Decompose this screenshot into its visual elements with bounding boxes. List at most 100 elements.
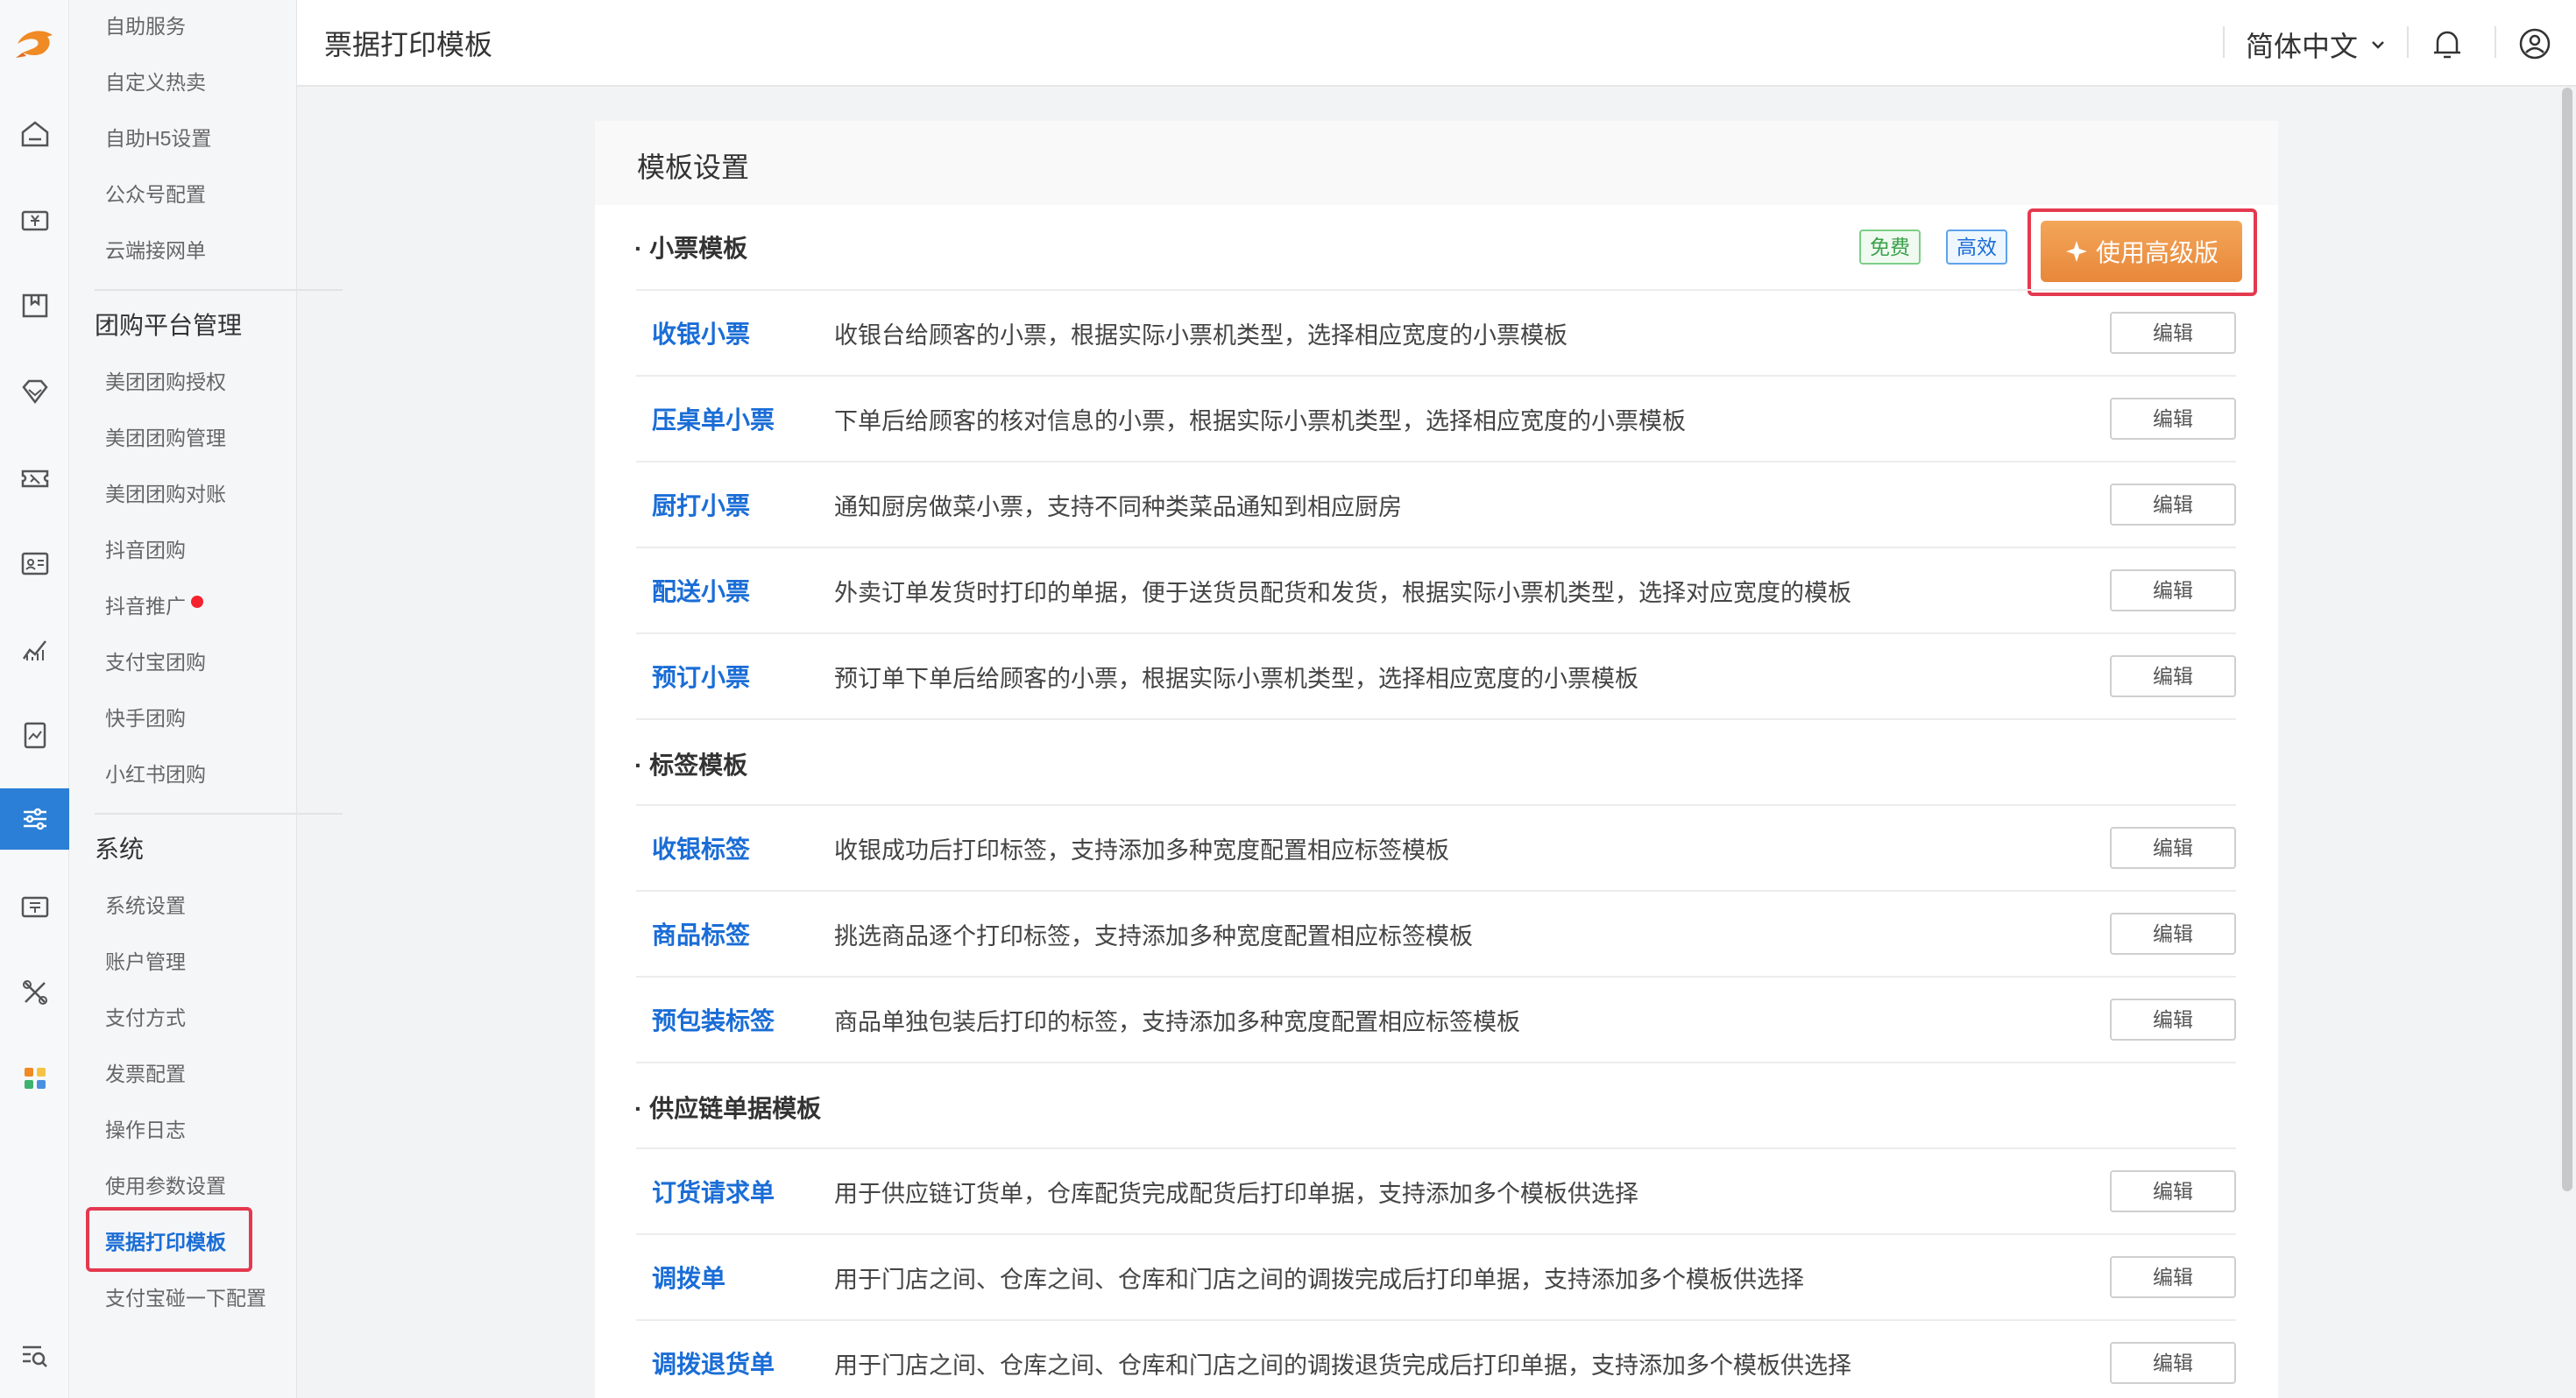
submenu-item[interactable]: 使用参数设置 [105,1169,226,1204]
submenu-item[interactable]: 抖音团购 [105,533,186,568]
submenu-item[interactable]: 快手团购 [105,701,186,736]
template-desc: 挑选商品逐个打印标签，支持添加多种宽度配置相应标签模板 [834,923,1473,950]
edit-button[interactable]: 编辑 [2110,398,2236,440]
template-desc: 下单后给顾客的核对信息的小票，根据实际小票机类型，选择相应宽度的小票模板 [834,408,1686,434]
edit-button[interactable]: 编辑 [2110,913,2236,955]
apps-grid-icon[interactable] [0,1048,69,1109]
bell-icon[interactable] [2430,26,2465,61]
template-name-link[interactable]: 收银小票 [652,315,750,350]
submenu-group-title: 系统 [95,836,145,863]
highlight-box [86,1207,252,1272]
template-name-link[interactable]: 预包装标签 [652,1002,775,1037]
edit-button[interactable]: 编辑 [2110,827,2236,869]
coupon-icon[interactable] [0,447,69,508]
sub-menu: 自助服务 自定义热卖 自助H5设置 公众号配置 云端接网单 团购平台管理 美团团… [69,0,343,1398]
submenu-item[interactable]: 美团团购授权 [105,364,226,399]
header-divider [2495,26,2496,58]
header-divider [2407,26,2409,58]
report-icon[interactable] [0,704,69,766]
edit-button[interactable]: 编辑 [2110,312,2236,354]
voucher-icon[interactable] [0,876,69,937]
template-name-link[interactable]: 压桌单小票 [652,401,775,436]
template-settings-card: 模板设置 · 小票模板 免费 高效 使用高级版 收银小票 收银台给顾客的小票，根… [595,121,2278,1398]
template-row: 收银小票 收银台给顾客的小票，根据实际小票机类型，选择相应宽度的小票模板 编辑 [636,289,2236,373]
submenu-item[interactable]: 自定义热卖 [105,65,206,100]
submenu-divider [95,289,343,291]
template-row: 调拨单 用于门店之间、仓库之间、仓库和门店之间的调拨完成后打印单据，支持添加多个… [636,1233,2236,1317]
settings-sliders-icon[interactable] [0,788,69,850]
template-name-link[interactable]: 收银标签 [652,830,750,865]
submenu-item[interactable]: 发票配置 [105,1056,186,1091]
tools-icon[interactable] [0,962,69,1023]
page-scrollbar[interactable] [2562,88,2572,1191]
template-desc: 商品单独包装后打印的标签，支持添加多种宽度配置相应标签模板 [834,1009,1520,1035]
template-name-link[interactable]: 订货请求单 [652,1174,775,1209]
sparkle-icon [2065,241,2087,262]
header-divider [2223,26,2225,58]
submenu-item[interactable]: 美团团购对账 [105,477,226,512]
card-header: 模板设置 [595,121,2278,205]
submenu-item[interactable]: 美团团购管理 [105,420,226,455]
template-desc: 收银成功后打印标签，支持添加多种宽度配置相应标签模板 [834,837,1449,864]
template-row: 预包装标签 商品单独包装后打印的标签，支持添加多种宽度配置相应标签模板 编辑 [636,976,2236,1060]
template-name-link[interactable]: 厨打小票 [652,487,750,522]
submenu-item-label: 抖音推广 [105,595,186,618]
template-row: 配送小票 外卖订单发货时打印的单据，便于送货员配货和发货，根据实际小票机类型，选… [636,547,2236,631]
template-name-link[interactable]: 调拨退货单 [652,1345,775,1380]
submenu-item[interactable]: 账户管理 [105,944,186,979]
language-label: 简体中文 [2246,31,2359,62]
user-avatar-icon[interactable] [2517,26,2552,61]
edit-button[interactable]: 编辑 [2110,569,2236,611]
submenu-divider [95,813,343,815]
section-title: · 供应链单据模板 [634,1095,822,1122]
edit-button[interactable]: 编辑 [2110,484,2236,526]
home-icon[interactable] [0,103,69,165]
section-title-text: 供应链单据模板 [649,1095,822,1122]
template-name-link[interactable]: 预订小票 [652,659,750,694]
submenu-item-douyin-promo[interactable]: 抖音推广 [105,589,203,624]
template-row: 预订小票 预订单下单后给顾客的小票，根据实际小票机类型，选择相应宽度的小票模板 … [636,632,2236,717]
template-desc: 通知厨房做菜小票，支持不同种类菜品通知到相应厨房 [834,494,1402,520]
chevron-down-icon [2372,41,2384,49]
template-row: 厨打小票 通知厨房做菜小票，支持不同种类菜品通知到相应厨房 编辑 [636,461,2236,545]
submenu-item[interactable]: 云端接网单 [105,233,206,268]
submenu-item[interactable]: 自助H5设置 [105,121,211,156]
inventory-icon[interactable] [0,275,69,336]
section-divider [636,718,2236,720]
submenu-item[interactable]: 系统设置 [105,888,186,923]
template-desc: 用于门店之间、仓库之间、仓库和门店之间的调拨退货完成后打印单据，支持添加多个模板… [834,1352,1851,1379]
template-name-link[interactable]: 商品标签 [652,916,750,951]
submenu-item[interactable]: 操作日志 [105,1112,186,1147]
template-desc: 预订单下单后给顾客的小票，根据实际小票机类型，选择相应宽度的小票模板 [834,666,1638,692]
edit-button[interactable]: 编辑 [2110,1342,2236,1384]
search-list-icon[interactable] [0,1324,69,1386]
submenu-item[interactable]: 支付宝碰一下配置 [105,1281,266,1316]
template-name-link[interactable]: 调拨单 [652,1260,725,1295]
template-row: 收银标签 收银成功后打印标签，支持添加多种宽度配置相应标签模板 编辑 [636,804,2236,888]
submenu-item[interactable]: 小红书团购 [105,757,206,792]
edit-button[interactable]: 编辑 [2110,1170,2236,1212]
edit-button[interactable]: 编辑 [2110,1256,2236,1298]
page-title: 票据打印模板 [324,29,493,60]
template-name-link[interactable]: 配送小票 [652,573,750,608]
template-row: 调拨退货单 用于门店之间、仓库之间、仓库和门店之间的调拨退货完成后打印单据，支持… [636,1319,2236,1398]
section-title: · 小票模板 [634,235,748,262]
cashier-icon[interactable] [0,189,69,251]
employee-card-icon[interactable] [0,533,69,594]
member-diamond-icon[interactable] [0,361,69,422]
submenu-item[interactable]: 支付宝团购 [105,645,206,680]
template-row: 商品标签 挑选商品逐个打印标签，支持添加多种宽度配置相应标签模板 编辑 [636,890,2236,974]
edit-button[interactable]: 编辑 [2110,655,2236,697]
edit-button[interactable]: 编辑 [2110,999,2236,1041]
use-advanced-button[interactable]: 使用高级版 [2041,221,2242,282]
language-selector[interactable]: 简体中文 [2246,25,2386,65]
free-badge: 免费 [1859,229,1921,265]
submenu-item[interactable]: 公众号配置 [105,177,206,212]
card-title: 模板设置 [637,152,750,183]
template-row: 压桌单小票 下单后给顾客的核对信息的小票，根据实际小票机类型，选择相应宽度的小票… [636,375,2236,459]
submenu-item[interactable]: 支付方式 [105,1000,186,1035]
template-row: 订货请求单 用于供应链订货单，仓库配货完成配货后打印单据，支持添加多个模板供选择… [636,1147,2236,1232]
submenu-item[interactable]: 自助服务 [105,9,186,44]
analytics-icon[interactable] [0,618,69,680]
logo-icon[interactable] [12,21,58,63]
